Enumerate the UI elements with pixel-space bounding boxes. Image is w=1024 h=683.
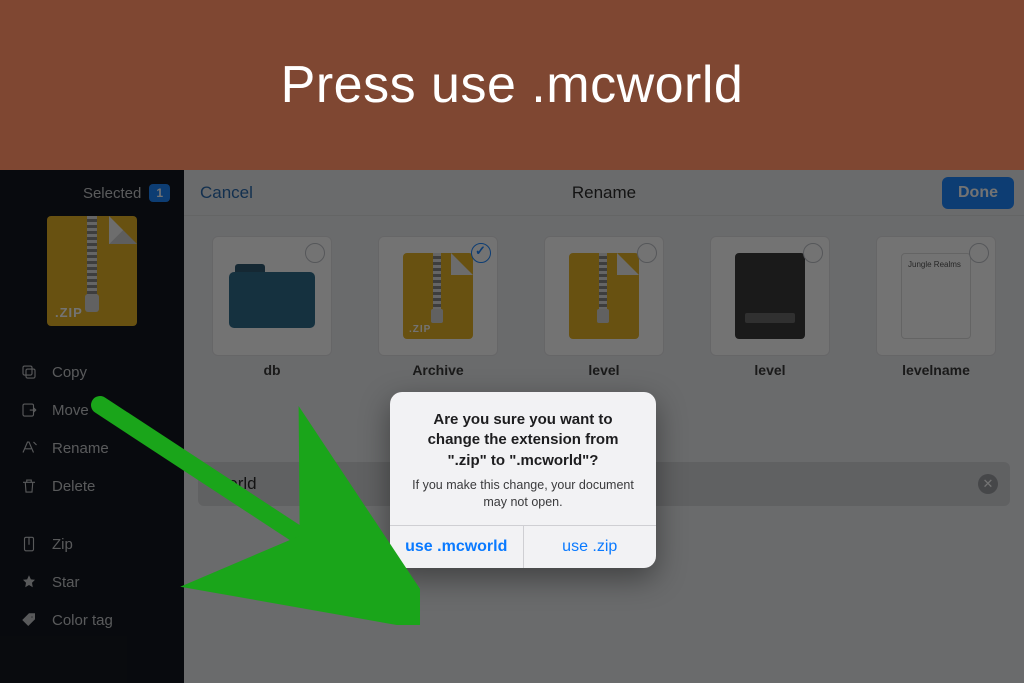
sidebar-actions: Copy Move Rename Delete Zip Star — [0, 354, 184, 638]
file-item-level-dat[interactable]: level — [696, 236, 844, 396]
sidebar-item-label: Move — [52, 402, 89, 419]
select-circle[interactable] — [637, 243, 657, 263]
copy-icon — [20, 363, 38, 381]
clear-input-icon[interactable]: ✕ — [978, 474, 998, 494]
star-icon — [20, 573, 38, 591]
folder-icon — [229, 264, 315, 328]
file-sub — [934, 384, 938, 396]
alert-subtitle: If you make this change, your document m… — [408, 477, 638, 511]
file-name: levelname — [902, 362, 970, 378]
zip-label: .ZIP — [55, 305, 83, 320]
sidebar-item-label: Rename — [52, 440, 109, 457]
topbar-title: Rename — [572, 183, 636, 203]
sidebar: Selected 1 .ZIP Copy Move Ren — [0, 170, 184, 683]
select-circle[interactable] — [969, 243, 989, 263]
select-circle[interactable] — [305, 243, 325, 263]
dat-file-icon — [735, 253, 805, 339]
file-item-archive[interactable]: .ZIP Archive — [364, 236, 512, 396]
zip-icon — [20, 535, 38, 553]
sidebar-item-delete[interactable]: Delete — [6, 468, 178, 504]
cancel-button[interactable]: Cancel — [200, 183, 253, 203]
file-item-db[interactable]: db — [198, 236, 346, 396]
file-name: db — [263, 362, 280, 378]
selected-count-badge: 1 — [149, 184, 170, 202]
sidebar-item-move[interactable]: Move — [6, 392, 178, 428]
topbar: Cancel Rename Done — [184, 170, 1024, 216]
sidebar-item-zip[interactable]: Zip — [6, 526, 178, 562]
file-sub — [270, 384, 274, 396]
sidebar-item-color-tag[interactable]: Color tag — [6, 602, 178, 638]
file-name: level — [588, 362, 619, 378]
select-circle[interactable] — [471, 243, 491, 263]
delete-icon — [20, 477, 38, 495]
file-item-levelname[interactable]: Jungle Realms levelname — [862, 236, 1010, 396]
sidebar-item-rename[interactable]: Rename — [6, 430, 178, 466]
sidebar-item-label: Copy — [52, 364, 87, 381]
use-zip-button[interactable]: use .zip — [523, 526, 657, 568]
sidebar-selected-thumb: .ZIP — [32, 216, 152, 336]
instruction-banner: Press use .mcworld — [0, 0, 1024, 170]
tag-icon — [20, 611, 38, 629]
selected-label: Selected — [83, 185, 141, 202]
zip-file-icon: .ZIP — [403, 253, 473, 339]
file-name: level — [754, 362, 785, 378]
alert-title: Are you sure you want to change the exte… — [408, 410, 638, 471]
sidebar-item-label: Star — [52, 574, 80, 591]
zip-file-icon: .ZIP — [47, 216, 137, 326]
sidebar-header: Selected 1 — [0, 184, 184, 212]
use-mcworld-button[interactable]: use .mcworld — [390, 526, 523, 568]
extension-change-alert: Are you sure you want to change the exte… — [390, 392, 656, 568]
sidebar-item-copy[interactable]: Copy — [6, 354, 178, 390]
done-button[interactable]: Done — [942, 177, 1014, 209]
file-name: Archive — [412, 362, 463, 378]
txt-file-icon: Jungle Realms — [901, 253, 971, 339]
instruction-text: Press use .mcworld — [281, 55, 744, 115]
sidebar-item-label: Color tag — [52, 612, 113, 629]
sidebar-item-label: Zip — [52, 536, 73, 553]
select-circle[interactable] — [803, 243, 823, 263]
rename-icon — [20, 439, 38, 457]
rename-input-value: world — [216, 474, 257, 494]
move-icon — [20, 401, 38, 419]
sidebar-item-label: Delete — [52, 478, 95, 495]
file-item-level-zip[interactable]: level — [530, 236, 678, 396]
file-sub — [768, 384, 772, 396]
file-grid: db .ZIP Archive level level Jungle Realm… — [184, 216, 1024, 396]
sidebar-item-star[interactable]: Star — [6, 564, 178, 600]
zip-file-icon — [569, 253, 639, 339]
